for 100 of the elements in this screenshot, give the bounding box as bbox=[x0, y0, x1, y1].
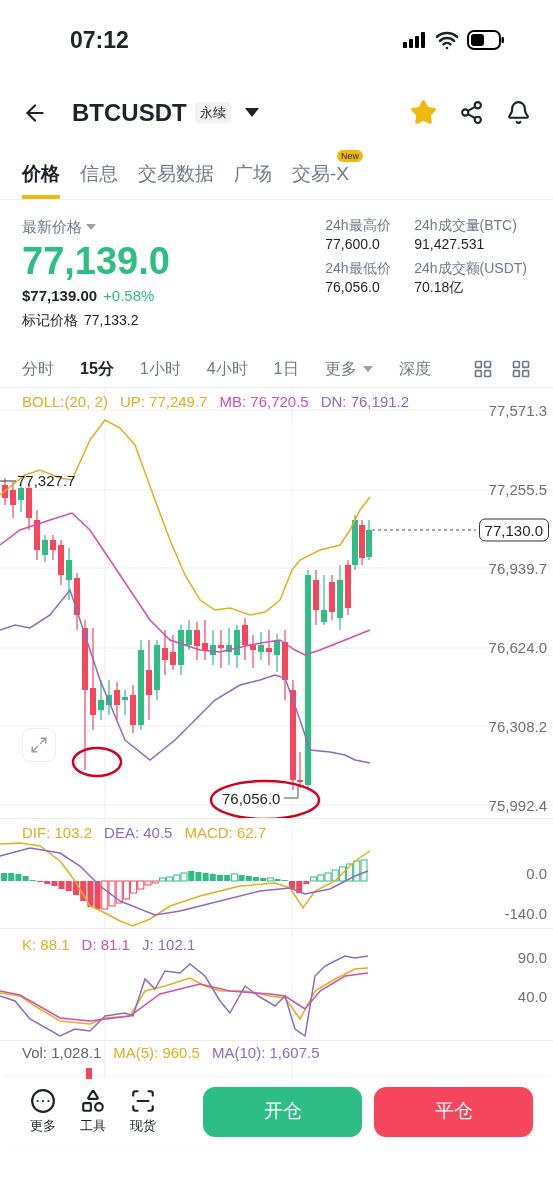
stat-label: 24h成交额(USDT) bbox=[414, 259, 527, 278]
candlestick bbox=[226, 627, 232, 666]
interval-tab[interactable]: 更多 bbox=[324, 356, 373, 381]
indicator-value: J: 102.1 bbox=[141, 937, 196, 952]
expand-button[interactable] bbox=[22, 728, 56, 762]
candlestick bbox=[329, 574, 335, 621]
candlestick bbox=[58, 539, 64, 586]
bell-icon[interactable] bbox=[506, 100, 531, 125]
expand-icon bbox=[30, 736, 48, 754]
grid-icon[interactable] bbox=[511, 358, 531, 379]
axis-label: 75,992.4 bbox=[488, 797, 547, 813]
current-price-tag: 77,130.0 bbox=[478, 518, 549, 542]
toolbar-action[interactable]: 工具 bbox=[80, 1087, 106, 1136]
symbol-title: BTCUSDT bbox=[72, 97, 187, 128]
share-icon[interactable] bbox=[459, 100, 484, 125]
candlestick bbox=[154, 639, 160, 701]
tab[interactable]: 交易-X bbox=[292, 164, 349, 199]
axis-label: 77,571.3 bbox=[488, 402, 547, 418]
trade-button[interactable]: 平仓 bbox=[374, 1086, 533, 1137]
candlestick bbox=[42, 534, 48, 563]
indicator-value: MA(5): 960.5 bbox=[113, 1045, 200, 1060]
candlestick bbox=[274, 633, 280, 673]
candlestick bbox=[114, 681, 120, 721]
axis-label: -140.0 bbox=[504, 905, 547, 921]
mark-price-label: 标记价格 bbox=[22, 311, 78, 330]
action-icon bbox=[80, 1087, 106, 1114]
candlestick bbox=[162, 629, 168, 676]
candlestick bbox=[282, 629, 288, 701]
candlestick bbox=[258, 631, 264, 661]
last-price: 77,139.0 bbox=[22, 238, 170, 283]
indicator-value: BOLL:(20, 2) bbox=[22, 394, 108, 409]
battery-icon bbox=[467, 30, 505, 50]
indicator-value: MACD: 62.7 bbox=[184, 825, 267, 840]
stat-value: 70.18亿 bbox=[414, 278, 465, 297]
toolbar-action[interactable]: 更多 bbox=[30, 1087, 56, 1136]
candlestick bbox=[98, 679, 104, 721]
indicator-value: DIF: 103.2 bbox=[22, 825, 93, 840]
candlestick bbox=[74, 572, 80, 631]
signal-icon bbox=[403, 32, 427, 48]
caret-icon[interactable] bbox=[244, 108, 259, 117]
indicator-value: Vol: 1,028.1 bbox=[22, 1045, 102, 1060]
interval-tab[interactable]: 分时 bbox=[22, 356, 54, 381]
new-badge: New bbox=[337, 150, 363, 162]
status-time: 07:12 bbox=[70, 25, 129, 55]
interval-tab[interactable]: 1日 bbox=[273, 356, 299, 381]
price-change: +0.58% bbox=[103, 285, 155, 306]
candlestick bbox=[210, 629, 216, 666]
candlestick bbox=[266, 629, 272, 666]
indicator-value: MB: 76,720.5 bbox=[219, 394, 309, 409]
interval-tab[interactable]: 深度 bbox=[398, 356, 431, 381]
candlestick bbox=[250, 634, 256, 669]
candlestick bbox=[218, 629, 224, 669]
candlestick bbox=[130, 684, 136, 734]
tab[interactable]: 交易数据 bbox=[138, 164, 214, 199]
candlestick bbox=[122, 689, 128, 716]
candlestick bbox=[2, 477, 8, 506]
interval-tab[interactable]: 1小时 bbox=[139, 356, 181, 381]
action-icon bbox=[130, 1087, 156, 1114]
axis-label: 90.0 bbox=[517, 949, 547, 965]
candlestick bbox=[34, 509, 40, 561]
low-price-marker: 76,056.0 bbox=[222, 790, 281, 806]
toolbar-action[interactable]: 现货 bbox=[130, 1087, 156, 1136]
candlestick bbox=[194, 621, 200, 661]
candlestick bbox=[170, 634, 176, 671]
candlestick bbox=[178, 624, 184, 676]
axis-label: 76,308.2 bbox=[488, 718, 547, 734]
candlestick bbox=[234, 624, 240, 669]
indicator-value: K: 88.1 bbox=[22, 937, 70, 952]
candlestick bbox=[202, 619, 208, 661]
tab[interactable]: 价格 bbox=[22, 164, 60, 199]
axis-label: 40.0 bbox=[517, 988, 547, 1004]
stat-label: 24h最高价 bbox=[325, 216, 392, 235]
axis-label: 76,939.7 bbox=[488, 560, 547, 576]
indicator-value: MA(10): 1,607.5 bbox=[211, 1045, 320, 1060]
candlestick bbox=[10, 481, 16, 519]
high-price-marker: 77,327.7 bbox=[17, 472, 76, 488]
price-label: 最新价格 bbox=[22, 217, 82, 237]
interval-tab[interactable]: 4小时 bbox=[206, 356, 248, 381]
tab[interactable]: 信息 bbox=[80, 164, 118, 199]
candlestick bbox=[313, 569, 319, 626]
stat-value: 77,600.0 bbox=[325, 235, 381, 254]
star-icon[interactable] bbox=[410, 99, 437, 126]
candlestick bbox=[337, 564, 343, 631]
mark-price: 77,133.2 bbox=[84, 311, 139, 330]
stat-label: 24h最低价 bbox=[325, 259, 392, 278]
axis-label: 0.0 bbox=[526, 865, 547, 881]
indicator-value: D: 81.1 bbox=[81, 937, 130, 952]
circle-annotation bbox=[71, 746, 123, 778]
contract-tag: 永续 bbox=[194, 101, 231, 124]
interval-tab[interactable]: 15分 bbox=[80, 356, 114, 381]
stat-label: 24h成交量(BTC) bbox=[414, 216, 518, 235]
stat-value: 91,427.531 bbox=[414, 235, 486, 254]
trade-button[interactable]: 开仓 bbox=[203, 1086, 362, 1137]
candlestick bbox=[186, 619, 192, 651]
candlestick bbox=[50, 534, 56, 561]
tab[interactable]: 广场 bbox=[234, 164, 272, 199]
leader-line bbox=[0, 480, 17, 482]
axis-label: 77,255.5 bbox=[488, 481, 547, 497]
usd-price: $77,139.00 bbox=[22, 285, 98, 306]
indicator-value: DN: 76,191.2 bbox=[320, 394, 410, 409]
